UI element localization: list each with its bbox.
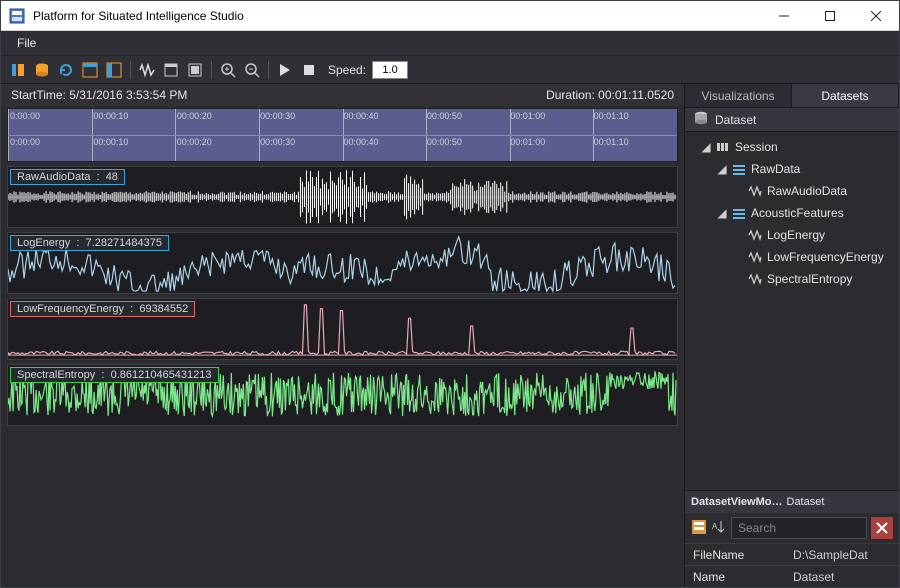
properties-header: DatasetViewMo… Dataset: [685, 491, 899, 513]
tree-item-logenergy[interactable]: LogEnergy: [689, 224, 895, 246]
expand-icon: ◢: [717, 206, 727, 220]
toolbar-layout-b-icon[interactable]: [103, 59, 125, 81]
categorize-icon[interactable]: [691, 519, 707, 538]
tree-label: RawAudioData: [767, 184, 847, 198]
toolbar-panel-b-icon[interactable]: [184, 59, 206, 81]
properties-panel: DatasetViewMo… Dataset A Search FileName…: [685, 490, 899, 587]
tree-label: SpectralEntropy: [767, 272, 852, 286]
dataset-tree: ◢ Session ◢ RawData RawAudioData ◢: [685, 132, 899, 490]
signal-icon: [747, 183, 763, 199]
stream-group-icon: [731, 205, 747, 221]
property-key: Name: [685, 570, 785, 584]
clear-search-button[interactable]: [871, 517, 893, 539]
app-icon: [9, 8, 25, 24]
tab-visualizations[interactable]: Visualizations: [685, 84, 792, 107]
track-label: LowFrequencyEnergy : 69384552: [10, 301, 195, 317]
property-value: D:\SampleDat: [785, 548, 899, 562]
tree-item-spectralentropy[interactable]: SpectralEntropy: [689, 268, 895, 290]
track-label: RawAudioData : 48: [10, 169, 125, 185]
stream-group-icon: [731, 161, 747, 177]
tree-label: RawData: [751, 162, 800, 176]
expand-icon: ◢: [717, 162, 727, 176]
stop-button[interactable]: [298, 59, 320, 81]
window-title: Platform for Situated Intelligence Studi…: [33, 9, 761, 23]
track-lowfrequencyenergy[interactable]: LowFrequencyEnergy : 69384552: [7, 298, 678, 360]
duration: Duration: 00:01:11.0520: [546, 88, 674, 102]
time-info-bar: StartTime: 5/31/2016 3:53:54 PM Duration…: [1, 84, 684, 106]
properties-type-label: DatasetViewMo…: [691, 496, 783, 508]
property-key: FileName: [685, 548, 785, 562]
tree-item-session[interactable]: ◢ Session: [689, 136, 895, 158]
dataset-header-label: Dataset: [715, 113, 756, 127]
database-icon: [693, 110, 709, 129]
tree-item-rawaudiodata[interactable]: RawAudioData: [689, 180, 895, 202]
session-icon: [715, 139, 731, 155]
toolbar-separator: [211, 61, 212, 79]
toolbar-store-icon[interactable]: [31, 59, 53, 81]
tree-item-acousticfeatures[interactable]: ◢ AcousticFeatures: [689, 202, 895, 224]
toolbar-refresh-icon[interactable]: [55, 59, 77, 81]
properties-name-label: Dataset: [787, 496, 825, 508]
app-window: Platform for Situated Intelligence Studi…: [0, 0, 900, 588]
maximize-button[interactable]: [807, 1, 853, 30]
play-button[interactable]: [274, 59, 296, 81]
start-time: StartTime: 5/31/2016 3:53:54 PM: [11, 88, 187, 102]
side-panel: Visualizations Datasets Dataset ◢ Sessio…: [685, 84, 899, 587]
tree-label: Session: [735, 140, 778, 154]
window-controls: [761, 1, 899, 30]
toolbar-separator: [130, 61, 131, 79]
toolbar-zoom-out-icon[interactable]: [241, 59, 263, 81]
track-label: SpectralEntropy : 0.861210465431213: [10, 367, 219, 383]
properties-grid: FileName D:\SampleDat Name Dataset: [685, 543, 899, 587]
toolbar-wave-icon[interactable]: [136, 59, 158, 81]
toolbar: Speed: 1.0: [1, 56, 899, 84]
side-tabs: Visualizations Datasets: [685, 84, 899, 108]
track-rawaudiodata[interactable]: RawAudioData : 48: [7, 166, 678, 228]
close-button[interactable]: [853, 1, 899, 30]
titlebar: Platform for Situated Intelligence Studi…: [1, 1, 899, 31]
signal-icon: [747, 249, 763, 265]
tree-label: LowFrequencyEnergy: [767, 250, 884, 264]
track-label: LogEnergy : 7.28271484375: [10, 235, 169, 251]
tree-label: AcousticFeatures: [751, 206, 844, 220]
tree-label: LogEnergy: [767, 228, 825, 242]
property-row-name[interactable]: Name Dataset: [685, 565, 899, 587]
properties-search-input[interactable]: Search: [731, 517, 867, 539]
timeline-navigator[interactable]: 0:00:0000:00:1000:00:2000:00:3000:00:400…: [7, 108, 678, 162]
toolbar-dataset-icon[interactable]: [7, 59, 29, 81]
timeline-ruler-top: 0:00:0000:00:1000:00:2000:00:3000:00:400…: [8, 111, 677, 121]
dataset-header[interactable]: Dataset: [685, 108, 899, 132]
tab-datasets[interactable]: Datasets: [792, 84, 899, 107]
tree-item-rawdata[interactable]: ◢ RawData: [689, 158, 895, 180]
visualization-pane: StartTime: 5/31/2016 3:53:54 PM Duration…: [1, 84, 685, 587]
expand-icon: ◢: [701, 140, 711, 154]
toolbar-separator: [268, 61, 269, 79]
property-row-filename[interactable]: FileName D:\SampleDat: [685, 543, 899, 565]
toolbar-layout-a-icon[interactable]: [79, 59, 101, 81]
signal-icon: [747, 271, 763, 287]
toolbar-zoom-in-icon[interactable]: [217, 59, 239, 81]
speed-label: Speed:: [328, 63, 366, 77]
track-spectralentropy[interactable]: SpectralEntropy : 0.861210465431213: [7, 364, 678, 426]
timeline-ruler-bottom: 0:00:0000:00:1000:00:2000:00:3000:00:400…: [8, 137, 677, 147]
track-logenergy[interactable]: LogEnergy : 7.28271484375: [7, 232, 678, 294]
menubar: File: [1, 31, 899, 56]
minimize-button[interactable]: [761, 1, 807, 30]
toolbar-panel-a-icon[interactable]: [160, 59, 182, 81]
tree-item-lowfrequencyenergy[interactable]: LowFrequencyEnergy: [689, 246, 895, 268]
svg-text:A: A: [712, 522, 718, 531]
property-value: Dataset: [785, 570, 899, 584]
speed-input[interactable]: 1.0: [372, 61, 408, 79]
menu-file[interactable]: File: [9, 33, 44, 53]
signal-icon: [747, 227, 763, 243]
sort-icon[interactable]: A: [711, 519, 727, 538]
